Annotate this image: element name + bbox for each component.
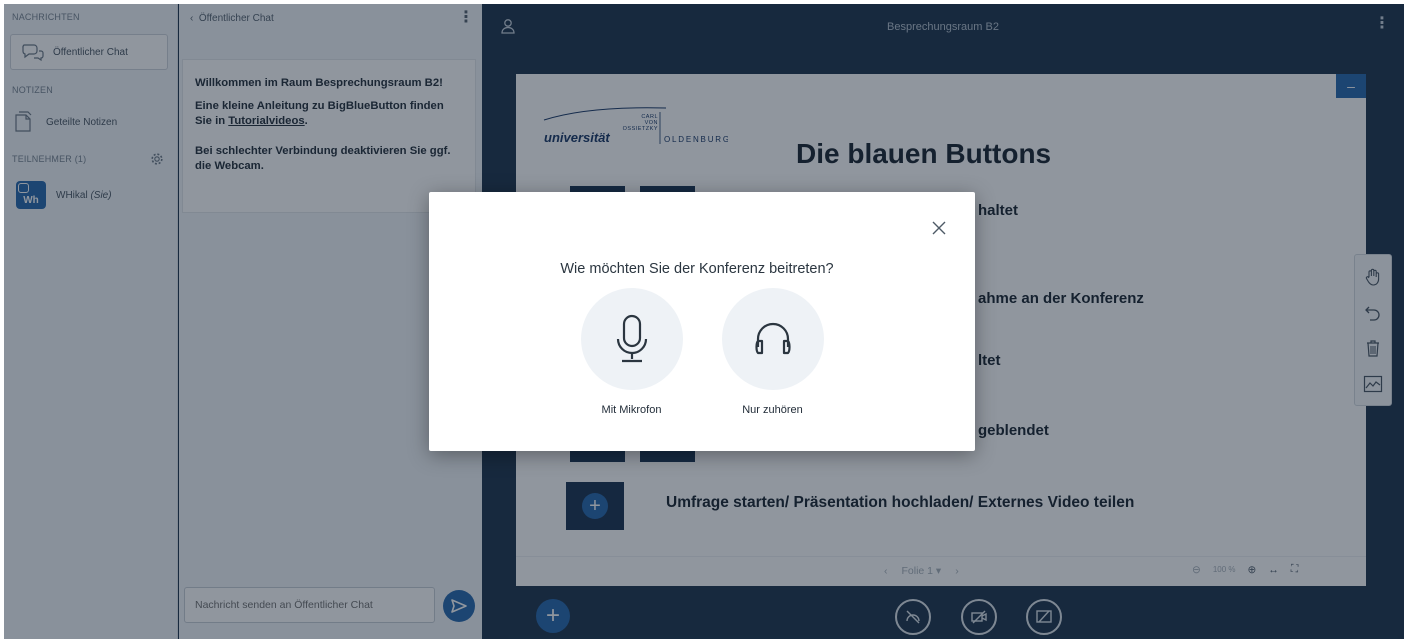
headphones-icon xyxy=(754,322,791,355)
microphone-option-button[interactable]: Mit Mikrofon xyxy=(579,288,684,416)
listen-only-option-label: Nur zuhören xyxy=(742,404,803,416)
listen-only-option-button[interactable]: Nur zuhören xyxy=(720,288,825,416)
microphone-option-label: Mit Mikrofon xyxy=(601,404,662,416)
audio-join-modal: Wie möchten Sie der Konferenz beitreten?… xyxy=(429,192,975,451)
modal-question: Wie möchten Sie der Konferenz beitreten? xyxy=(560,261,834,277)
microphone-option-circle xyxy=(580,288,683,390)
bbb-window: NACHRICHTEN Öffentlicher Chat NOTIZEN Ge… xyxy=(4,4,1404,639)
listen-only-option-circle xyxy=(721,288,824,390)
close-icon[interactable] xyxy=(929,218,949,238)
microphone-icon xyxy=(616,314,647,363)
